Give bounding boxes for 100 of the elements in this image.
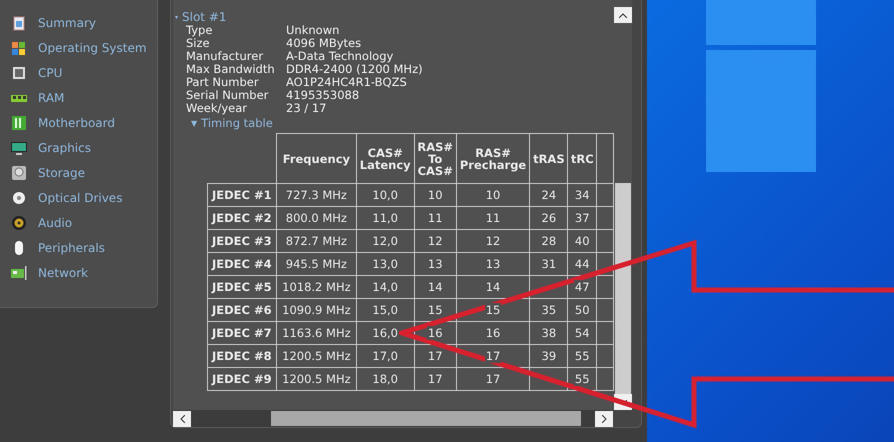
table-cell: 16 [426, 326, 444, 340]
sidebar-item[interactable]: Motherboard [0, 113, 157, 133]
table-cell: 44 [574, 257, 591, 271]
monitor-icon [11, 140, 27, 156]
column-header: Frequency [276, 134, 356, 184]
column-header: RAS# Precharge [456, 134, 530, 184]
table-cell: 15 [426, 303, 444, 317]
property-name: Type [186, 24, 214, 37]
sidebar-item[interactable]: Storage [0, 163, 157, 183]
property-value: AO1P24HC4R1-BQZS [286, 76, 408, 89]
table-cell: 54 [574, 326, 591, 340]
row-header: JEDEC #1 [208, 184, 277, 206]
hard-drive-icon [11, 165, 27, 181]
table-cell: 40 [574, 234, 591, 248]
property-value: Unknown [286, 24, 340, 37]
table-cell: 14 [484, 280, 502, 294]
table-cell: 11 [484, 211, 502, 225]
sidebar-item[interactable]: Graphics [0, 138, 157, 158]
disc-icon [11, 190, 27, 206]
table-cell: 37 [574, 211, 591, 225]
table-cell: 11 [426, 211, 444, 225]
table-cell: 10 [426, 188, 444, 202]
table-cell: 17 [426, 349, 444, 363]
table-cell: 14,0 [371, 280, 399, 294]
table-cell: 12 [426, 234, 444, 248]
table-cell: 17 [426, 372, 444, 386]
table-cell: 34 [574, 188, 591, 202]
horizontal-scrollbar[interactable] [173, 410, 613, 427]
table-cell: 11,0 [371, 211, 399, 225]
sidebar-item[interactable]: Network [0, 263, 157, 283]
table-cell: 17 [484, 372, 502, 386]
vertical-scrollbar[interactable] [614, 0, 632, 410]
table-cell: 55 [574, 349, 591, 363]
table-cell: 1090.9 MHz [281, 303, 352, 317]
scroll-right-icon[interactable] [595, 410, 613, 426]
sidebar-item[interactable]: RAM [0, 88, 157, 108]
row-header: JEDEC #4 [208, 252, 277, 276]
column-header: tRAS [530, 134, 568, 184]
table-cell: 16,0 [371, 326, 399, 340]
table-cell: 55 [574, 372, 591, 386]
table-cell: 38 [540, 326, 558, 340]
table-cell: 945.5 MHz [284, 257, 348, 271]
speaker-icon [11, 215, 27, 231]
property-value: A-Data Technology [286, 50, 394, 63]
table-cell: 15,0 [371, 303, 399, 317]
table-cell: 31 [540, 257, 558, 271]
table-cell: 872.7 MHz [284, 234, 348, 248]
table-cell: 1200.5 MHz [281, 349, 352, 363]
scroll-left-icon[interactable] [173, 410, 191, 426]
clipboard-icon [11, 15, 27, 31]
row-header: JEDEC #5 [208, 276, 277, 298]
property-name: Part Number [186, 76, 260, 89]
property-value: 4195353088 [286, 89, 360, 102]
row-header: JEDEC #8 [208, 344, 277, 368]
table-cell: 35 [540, 303, 558, 317]
table-cell: 10 [484, 188, 502, 202]
table-cell: 12 [484, 234, 502, 248]
timing-table-toggle[interactable]: ▼ Timing table [173, 115, 614, 130]
row-header: JEDEC #9 [208, 368, 277, 390]
table-cell: 12,0 [371, 234, 399, 248]
table-cell: 28 [540, 234, 558, 248]
table-cell: 1200.5 MHz [281, 372, 352, 386]
table-cell: 17,0 [371, 349, 399, 363]
network-card-icon [11, 265, 27, 281]
property-name: Size [186, 37, 210, 50]
property-name: Manufacturer [186, 50, 264, 63]
table-cell: 15 [484, 303, 502, 317]
sidebar-item[interactable]: Summary [0, 13, 157, 33]
table-cell: 16 [484, 326, 502, 340]
column-header: CAS# Latency [356, 134, 414, 184]
row-header: JEDEC #2 [208, 206, 277, 230]
sidebar-item[interactable]: Audio [0, 213, 157, 233]
property-name: Serial Number [186, 89, 270, 102]
chip-icon [11, 65, 27, 81]
sidebar-item[interactable]: CPU [0, 63, 157, 83]
scroll-up-icon[interactable] [614, 7, 632, 23]
table-cell: 14 [426, 280, 444, 294]
table-cell: 24 [540, 188, 558, 202]
sidebar-item[interactable]: Optical Drives [0, 188, 157, 208]
property-value: DDR4-2400 (1200 MHz) [286, 63, 424, 76]
table-cell: 18,0 [371, 372, 399, 386]
table-cell: 13 [484, 257, 502, 271]
column-header: RAS# To CAS# [414, 134, 456, 184]
table-cell: 1163.6 MHz [281, 326, 352, 340]
table-cell: 1018.2 MHz [281, 280, 352, 294]
row-header: JEDEC #7 [208, 322, 277, 344]
property-name: Week/year [186, 102, 248, 115]
sidebar-item[interactable]: Peripherals [0, 238, 157, 258]
column-header: tRC [568, 134, 597, 184]
table-cell: 47 [574, 280, 591, 294]
property-name: Max Bandwidth [186, 63, 276, 76]
row-header: JEDEC #3 [208, 230, 277, 252]
table-cell: 26 [540, 211, 558, 225]
sidebar-item[interactable]: Operating System [0, 38, 157, 58]
row-header: JEDEC #6 [208, 298, 277, 322]
table-cell: 39 [540, 349, 558, 363]
property-value: 23 / 17 [286, 102, 328, 115]
table-cell: 800.0 MHz [284, 211, 348, 225]
table-cell: 17 [484, 349, 502, 363]
circuit-board-icon [11, 115, 27, 131]
